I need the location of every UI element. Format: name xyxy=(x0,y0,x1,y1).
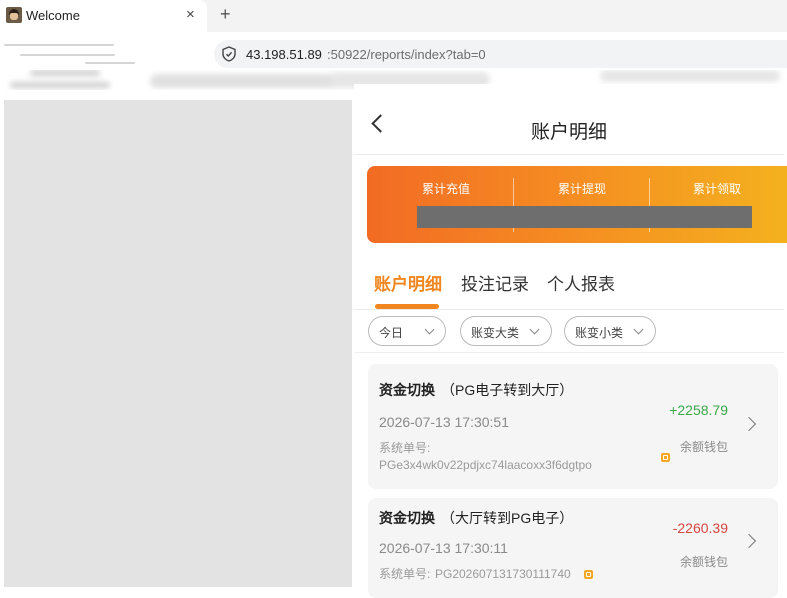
order-number: PGe3x4wk0v22pdjxc74laacoxx3f6dgtpo xyxy=(379,458,592,472)
record-tabs: 账户明细 投注记录 个人报表 xyxy=(354,270,784,310)
tab-account-details[interactable]: 账户明细 xyxy=(374,270,442,295)
chevron-right-icon[interactable] xyxy=(741,533,757,549)
record-time: 2026-07-13 17:30:11 xyxy=(379,540,508,556)
record-card[interactable]: 资金切换 （大厅转到PG电子） 2026-07-13 17:30:11 系统单号… xyxy=(368,498,778,598)
account-details-page: 账户明细 累计充值 累计提现 累计领取 账户明细 投注记录 个人报表 今日 账变… xyxy=(354,84,787,598)
summary-withdraw-label: 累计提现 xyxy=(557,182,606,196)
record-description: （PG电子转到大厅） xyxy=(441,382,574,398)
browser-tab[interactable]: Welcome × xyxy=(0,0,207,32)
url-path: :50922/reports/index?tab=0 xyxy=(327,47,486,62)
record-card[interactable]: 资金切换 （PG电子转到大厅） 2026-07-13 17:30:51 系统单号… xyxy=(368,364,778,489)
record-wallet: 余额钱包 xyxy=(679,555,728,569)
summary-claimed-label: 累计领取 xyxy=(692,182,741,196)
record-type: 资金切换 xyxy=(379,382,435,398)
record-wallet: 余额钱包 xyxy=(679,440,728,454)
date-filter-label: 今日 xyxy=(379,326,404,340)
new-tab-button[interactable]: + xyxy=(220,4,231,25)
favicon-icon xyxy=(6,7,22,23)
filter-bar: 今日 账变大类 账变小类 xyxy=(354,316,784,350)
shield-icon xyxy=(222,46,236,62)
chevron-right-icon[interactable] xyxy=(741,416,757,432)
date-filter[interactable]: 今日 xyxy=(368,316,446,346)
tab-title: Welcome xyxy=(26,8,80,23)
order-label: 系统单号: xyxy=(379,567,431,581)
chevron-down-icon xyxy=(633,324,644,335)
copy-icon[interactable] xyxy=(661,453,670,462)
tabs-divider xyxy=(354,309,784,310)
subcategory-filter[interactable]: 账变小类 xyxy=(564,316,656,346)
tab-bet-records[interactable]: 投注记录 xyxy=(461,270,529,295)
record-description: （大厅转到PG电子） xyxy=(441,510,574,526)
url-host: 43.198.51.89 xyxy=(246,47,322,62)
copy-icon[interactable] xyxy=(584,570,593,579)
subcategory-filter-label: 账变小类 xyxy=(575,326,624,340)
record-amount: -2260.39 xyxy=(672,520,728,536)
redacted-amounts xyxy=(417,206,752,228)
tab-personal-report[interactable]: 个人报表 xyxy=(547,270,615,295)
record-time: 2026-07-13 17:30:51 xyxy=(379,414,509,430)
page-title: 账户明细 xyxy=(530,122,607,143)
chevron-down-icon xyxy=(529,324,540,335)
page-header: 账户明细 xyxy=(354,99,784,155)
tab-close-icon[interactable]: × xyxy=(186,6,195,23)
record-amount: +2258.79 xyxy=(669,402,728,418)
category-filter[interactable]: 账变大类 xyxy=(460,316,552,346)
summary-deposit-label: 累计充值 xyxy=(421,182,470,196)
chevron-down-icon xyxy=(424,324,435,335)
record-type: 资金切换 xyxy=(379,510,435,526)
order-label: 系统单号: xyxy=(379,441,431,455)
filters-divider xyxy=(354,352,784,353)
left-blank-area xyxy=(4,100,352,587)
category-filter-label: 账变大类 xyxy=(471,326,520,340)
browser-tab-strip: Welcome × + xyxy=(0,0,787,32)
order-number: PG202607131730111740 xyxy=(435,567,571,581)
summary-card: 累计充值 累计提现 累计领取 xyxy=(367,166,787,243)
